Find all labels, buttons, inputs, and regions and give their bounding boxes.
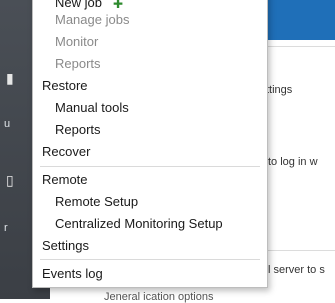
bottom-text-fragment: Jeneral ication options	[104, 291, 214, 303]
login-text-fragment: to log in w	[268, 156, 318, 168]
menu-item-label: Settings	[42, 238, 89, 253]
menu-item-label: Reports	[55, 122, 101, 137]
nav-icon[interactable]: ▮	[6, 70, 26, 90]
menu-item-label: Remote Setup	[55, 194, 139, 209]
menu-item-settings[interactable]: Settings	[42, 236, 89, 256]
menu-item-label: Remote	[42, 172, 88, 187]
main-dropdown-menu: New job ✚ Manage jobs Monitor Reports Re…	[32, 0, 268, 288]
menu-item-label: Monitor	[55, 34, 99, 49]
rail-label-fragment: r	[4, 222, 8, 234]
menu-item-recover[interactable]: Recover	[42, 142, 90, 162]
menu-item-reports-restore[interactable]: Reports	[55, 120, 101, 140]
divider	[266, 46, 335, 47]
menu-item-label: Events log	[42, 266, 103, 281]
menu-item-restore[interactable]: Restore	[42, 76, 88, 96]
menu-item-remote[interactable]: Remote	[42, 170, 88, 190]
menu-item-label: Centralized Monitoring Setup	[55, 216, 223, 231]
menu-item-label: Restore	[42, 78, 88, 93]
menu-item-centralized-monitoring-setup[interactable]: Centralized Monitoring Setup	[55, 214, 223, 234]
menu-item-remote-setup[interactable]: Remote Setup	[55, 192, 138, 212]
menu-item-monitor[interactable]: Monitor	[55, 32, 98, 52]
menu-separator	[40, 166, 260, 167]
menu-item-reports-jobs[interactable]: Reports	[55, 54, 101, 74]
menu-item-events-log[interactable]: Events log	[42, 264, 103, 284]
settings-text-fragment: ttings	[266, 84, 293, 96]
menu-item-manage-jobs[interactable]: Manage jobs	[55, 10, 129, 30]
rail-label-fragment: u	[4, 118, 11, 130]
menu-item-label: Reports	[55, 56, 101, 71]
nav-icon[interactable]: ▯	[6, 172, 26, 192]
menu-item-manual-tools[interactable]: Manual tools	[55, 98, 129, 118]
divider	[266, 250, 335, 251]
menu-item-label: New job	[55, 0, 102, 10]
new-job-plus-icon: ✚	[113, 0, 124, 11]
header-band	[266, 0, 335, 40]
menu-item-label: Manual tools	[55, 100, 129, 115]
menu-item-label: Recover	[42, 144, 91, 159]
menu-item-label: Manage jobs	[55, 12, 130, 27]
menu-separator	[40, 259, 260, 260]
server-text-fragment: l server to s	[268, 264, 325, 276]
